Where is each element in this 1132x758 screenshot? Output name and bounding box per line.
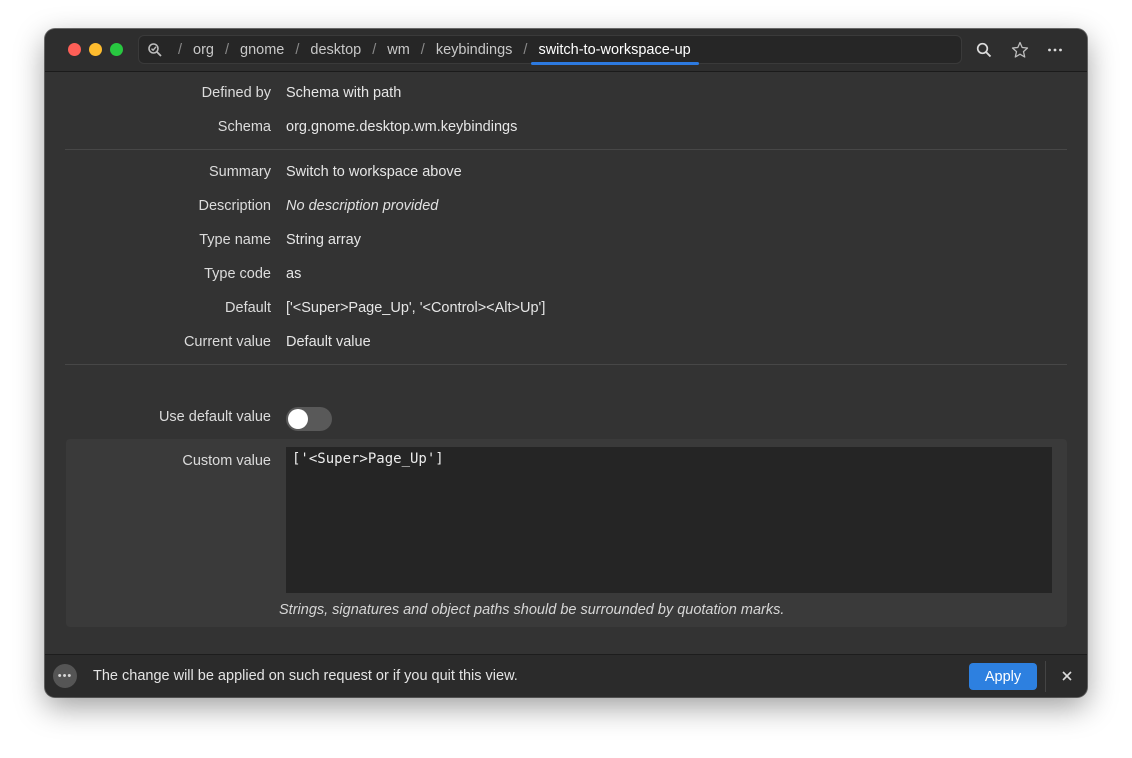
default-label: Default [225,300,271,316]
custom-value-editor[interactable]: ['<Super>Page_Up'] [286,447,1052,593]
type-name-value: String array [286,232,361,248]
breadcrumb-current-key[interactable]: switch-to-workspace-up [531,42,700,65]
defined-by-value: Schema with path [286,85,402,101]
close-window-button[interactable] [68,43,81,56]
description-row: Description No description provided [45,194,1087,218]
pending-change-bar: ••• The change will be applied on such r… [45,654,1087,697]
type-code-row: Type code as [45,262,1087,286]
star-icon [1011,41,1029,58]
bookmark-button[interactable] [1009,39,1031,61]
custom-value-hint: Strings, signatures and object paths sho… [279,602,785,618]
close-icon [1062,671,1072,681]
description-label: Description [198,198,271,214]
default-row: Default ['<Super>Page_Up', '<Control><Al… [45,296,1087,320]
schema-label: Schema [217,119,271,135]
minimize-window-button[interactable] [89,43,102,56]
breadcrumb-desktop[interactable]: desktop [308,42,363,58]
dconf-editor-window: / org / gnome / desktop / wm / keybindin… [45,29,1087,697]
current-value-row: Current value Default value [45,330,1087,354]
custom-value-panel: Custom value ['<Super>Page_Up'] Strings,… [66,439,1067,627]
use-default-toggle[interactable] [286,407,332,431]
type-code-label: Type code [204,266,271,282]
dismiss-button[interactable] [1057,666,1077,686]
pending-changes-button[interactable]: ••• [53,664,77,688]
description-value: No description provided [286,198,439,214]
path-separator: / [225,41,230,58]
schema-row: Schema org.gnome.desktop.wm.keybindings [45,115,1087,139]
use-default-row: Use default value [45,405,1087,429]
summary-row: Summary Switch to workspace above [45,160,1087,184]
pending-change-notice: The change will be applied on such reque… [93,668,518,684]
type-name-label: Type name [199,232,271,248]
title-bar: / org / gnome / desktop / wm / keybindin… [45,29,1087,72]
path-separator: / [420,41,425,58]
path-separator: / [523,41,528,58]
apply-button[interactable]: Apply [969,663,1037,690]
path-separator: / [372,41,377,58]
more-options-button[interactable] [1044,39,1066,61]
type-name-row: Type name String array [45,228,1087,252]
defined-by-row: Defined by Schema with path [45,81,1087,105]
default-value: ['<Super>Page_Up', '<Control><Alt>Up'] [286,300,546,316]
schema-value: org.gnome.desktop.wm.keybindings [286,119,518,135]
section-divider [65,364,1067,365]
search-button[interactable] [973,39,995,61]
breadcrumb-gnome[interactable]: gnome [238,42,286,58]
defined-by-label: Defined by [201,85,271,101]
breadcrumb-wm[interactable]: wm [385,42,412,58]
path-separator: / [295,41,300,58]
type-code-value: as [286,266,302,282]
search-path-icon[interactable] [147,42,163,58]
toggle-knob [288,409,308,429]
path-separator: / [178,41,183,58]
more-icon [1048,48,1062,52]
path-bar[interactable]: / org / gnome / desktop / wm / keybindin… [138,35,962,65]
current-value-label: Current value [183,334,271,350]
key-details: Defined by Schema with path Schema org.g… [45,72,1087,654]
summary-label: Summary [208,164,271,180]
bar-separator [1045,661,1046,692]
custom-value-label: Custom value [182,453,271,469]
breadcrumb-keybindings[interactable]: keybindings [434,42,515,58]
current-value-value: Default value [286,334,371,350]
zoom-window-button[interactable] [110,43,123,56]
use-default-label: Use default value [158,409,271,425]
summary-value: Switch to workspace above [286,164,462,180]
breadcrumb-org[interactable]: org [191,42,216,58]
search-icon [976,42,992,58]
ellipsis-icon: ••• [57,670,73,682]
section-divider [65,149,1067,150]
